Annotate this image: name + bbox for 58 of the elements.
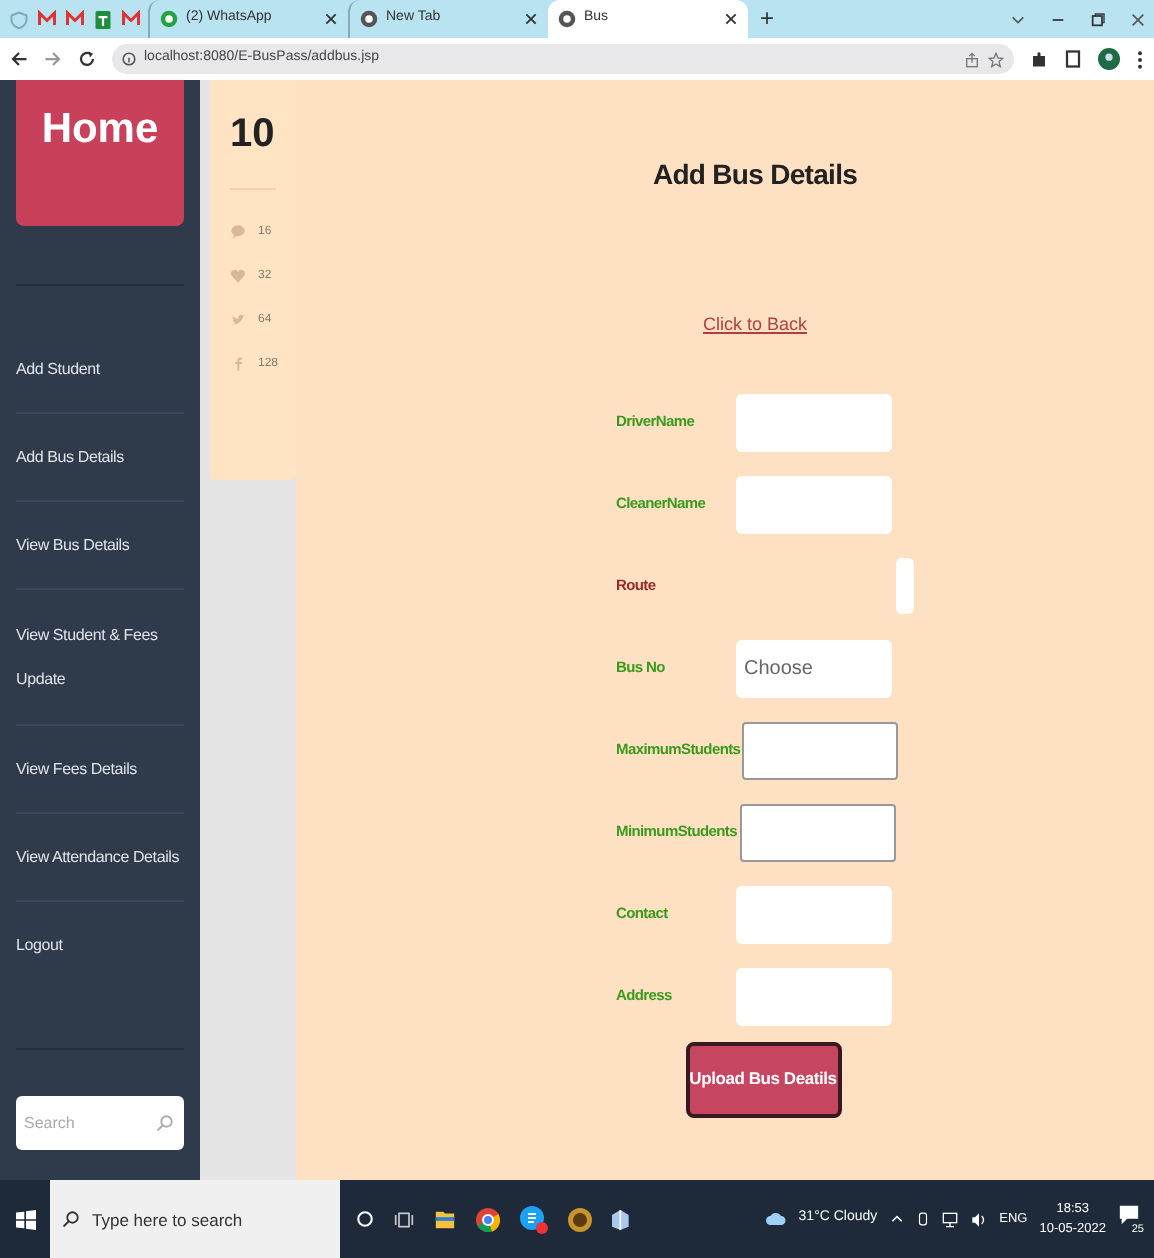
sidebar-link[interactable]: Add Student (16, 357, 100, 381)
restore-icon[interactable] (1090, 11, 1106, 27)
sidebar-link[interactable]: View Fees Details (16, 757, 137, 781)
count-number: 10 (230, 110, 275, 160)
close-icon[interactable] (724, 12, 738, 26)
taskbar-search[interactable]: Type here to search (50, 1180, 340, 1258)
cube-icon[interactable] (612, 1207, 632, 1231)
circle-icon[interactable] (356, 1208, 374, 1230)
close-icon[interactable] (324, 12, 338, 26)
forward-icon[interactable] (44, 50, 62, 68)
sidebar-link[interactable]: Logout (16, 934, 63, 958)
task-view-icon[interactable] (394, 1209, 414, 1229)
f-logo-icon (230, 356, 246, 372)
text-field[interactable]: Choose (736, 639, 892, 697)
speaker-icon[interactable] (969, 1211, 988, 1227)
speech-bubble-icon (230, 224, 246, 240)
search-field[interactable]: Search (16, 1096, 184, 1150)
heart-icon (230, 268, 246, 284)
menu-icon[interactable] (1136, 49, 1144, 69)
share-icon[interactable] (964, 51, 980, 67)
sidebar-link[interactable]: Add Bus Details (16, 445, 124, 469)
sheet-icon[interactable] (94, 9, 112, 29)
back-link[interactable]: Click to Back (702, 312, 807, 339)
upload-button[interactable]: Upload Bus Deatils (685, 1041, 841, 1117)
text-field[interactable] (736, 885, 892, 943)
back-icon[interactable] (10, 50, 28, 68)
sidebar-link[interactable]: View Bus Details (16, 533, 130, 557)
cloud-icon (764, 1210, 787, 1228)
bird-icon (230, 312, 246, 328)
sidebar-icon[interactable] (1064, 50, 1082, 68)
puzzle-icon[interactable] (1030, 50, 1048, 68)
sidebar-link[interactable]: View Attendance Details (16, 845, 180, 869)
page-title: Add Bus Details (652, 156, 858, 194)
close-icon[interactable] (1130, 11, 1146, 27)
star-icon[interactable] (988, 51, 1004, 67)
chrome-icon[interactable] (476, 1207, 500, 1231)
chat-app-icon[interactable] (520, 1205, 544, 1229)
mail-icon[interactable] (122, 10, 140, 28)
folder-icon[interactable] (434, 1208, 456, 1230)
chevron-down-icon[interactable] (1010, 11, 1026, 27)
new-tab-button[interactable]: + (748, 0, 787, 38)
notification-icon[interactable] (1118, 1203, 1140, 1225)
text-field[interactable] (736, 475, 892, 533)
avatar-icon[interactable] (1098, 48, 1120, 70)
home-button[interactable]: Home (16, 80, 184, 226)
reload-icon[interactable] (78, 50, 96, 68)
windows-icon[interactable] (15, 1209, 35, 1229)
text-field[interactable] (736, 967, 892, 1025)
text-field[interactable] (739, 803, 895, 861)
round-app-icon[interactable] (568, 1207, 592, 1231)
search-icon (62, 1210, 80, 1228)
text-field[interactable] (742, 721, 899, 779)
info-icon (122, 52, 136, 66)
search-icon (156, 1114, 174, 1132)
sidebar-link[interactable]: View Student & Fees Update (16, 613, 184, 701)
chevron-up-icon[interactable] (889, 1212, 904, 1226)
text-field[interactable] (736, 393, 892, 451)
close-icon[interactable] (524, 12, 538, 26)
